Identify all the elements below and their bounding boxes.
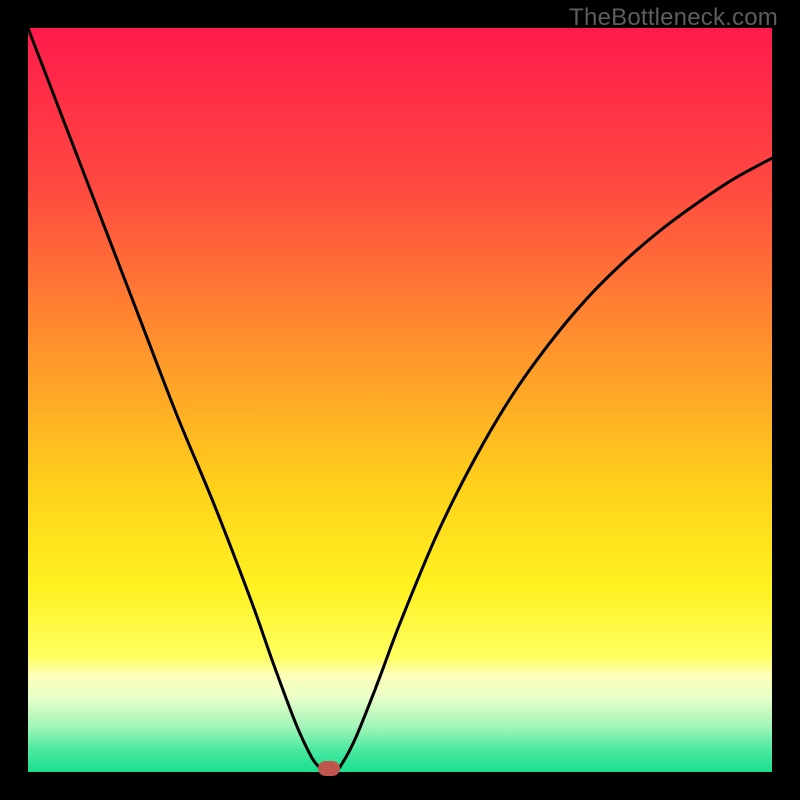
plot-area bbox=[28, 28, 772, 772]
min-marker bbox=[318, 761, 340, 776]
chart-stage: TheBottleneck.com bbox=[0, 0, 800, 800]
watermark-text: TheBottleneck.com bbox=[569, 4, 778, 32]
bottleneck-curve bbox=[28, 28, 772, 772]
